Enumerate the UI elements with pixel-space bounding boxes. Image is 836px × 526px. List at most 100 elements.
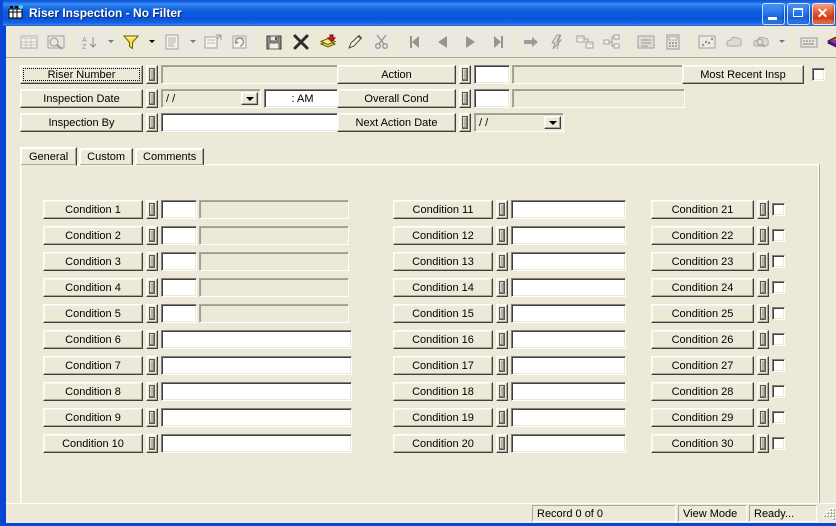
condition-col2-3-input[interactable] [511,252,626,271]
condition-col3-7-lookup-button[interactable] [757,356,769,375]
condition-col2-10-input[interactable] [511,434,626,453]
action-lookup-button[interactable] [459,65,471,84]
query-design-button[interactable] [43,29,69,54]
riser-number-label-button[interactable]: Riser Number [20,65,143,84]
report-dropdown-arrow[interactable] [186,29,199,54]
condition-col2-9-lookup-button[interactable] [496,408,508,427]
condition-col3-4-lookup-button[interactable] [757,278,769,297]
condition-col2-2-lookup-button[interactable] [496,226,508,245]
condition-col3-5-checkbox[interactable] [772,307,785,320]
condition-col1-7-label-button[interactable]: Condition 7 [43,356,143,375]
condition-col2-9-input[interactable] [511,408,626,427]
add-record-button[interactable] [315,29,341,54]
inspection-by-label-button[interactable]: Inspection By [20,113,143,132]
condition-col3-9-label-button[interactable]: Condition 29 [651,408,754,427]
condition-col1-8-lookup-button[interactable] [146,382,158,401]
condition-col1-10-input[interactable] [161,434,352,453]
condition-col1-2-lookup-button[interactable] [146,226,158,245]
overall-cond-code-input[interactable] [474,89,510,108]
inspection-by-input[interactable] [161,113,341,132]
condition-col1-3-lookup-button[interactable] [146,252,158,271]
condition-col2-8-lookup-button[interactable] [496,382,508,401]
list-view-button[interactable] [633,29,659,54]
minimize-button[interactable] [762,3,785,25]
condition-col1-2-label-button[interactable]: Condition 2 [43,226,143,245]
riser-number-value[interactable] [161,65,341,84]
condition-col3-9-lookup-button[interactable] [757,408,769,427]
condition-col3-2-checkbox[interactable] [772,229,785,242]
next-record-button[interactable] [457,29,483,54]
condition-col3-8-checkbox[interactable] [772,385,785,398]
condition-col3-9-checkbox[interactable] [772,411,785,424]
condition-col3-6-checkbox[interactable] [772,333,785,346]
next-action-date-label-button[interactable]: Next Action Date [337,113,456,132]
condition-col1-10-lookup-button[interactable] [146,434,158,453]
refresh-button[interactable] [227,29,253,54]
condition-col2-8-input[interactable] [511,382,626,401]
tab-general[interactable]: General [20,147,78,166]
goto-record-button[interactable] [518,29,544,54]
condition-col3-5-label-button[interactable]: Condition 25 [651,304,754,323]
condition-col3-6-label-button[interactable]: Condition 26 [651,330,754,349]
condition-col2-2-label-button[interactable]: Condition 12 [393,226,493,245]
maximize-button[interactable] [787,3,810,25]
close-button[interactable]: ✕ [812,3,835,25]
condition-col2-5-lookup-button[interactable] [496,304,508,323]
condition-col2-2-input[interactable] [511,226,626,245]
condition-col3-10-checkbox[interactable] [772,437,785,450]
condition-col2-8-label-button[interactable]: Condition 18 [393,382,493,401]
condition-col3-7-checkbox[interactable] [772,359,785,372]
library-button[interactable] [823,29,836,54]
condition-col3-6-lookup-button[interactable] [757,330,769,349]
condition-col2-10-label-button[interactable]: Condition 20 [393,434,493,453]
save-record-button[interactable] [261,29,287,54]
condition-col2-6-lookup-button[interactable] [496,330,508,349]
overall-cond-lookup-button[interactable] [459,89,471,108]
condition-col1-7-input[interactable] [161,356,352,375]
condition-col1-4-label-button[interactable]: Condition 4 [43,278,143,297]
condition-col1-3-label-button[interactable]: Condition 3 [43,252,143,271]
condition-col3-4-label-button[interactable]: Condition 24 [651,278,754,297]
calculator-button[interactable] [660,29,686,54]
condition-col2-4-label-button[interactable]: Condition 14 [393,278,493,297]
sort-button[interactable]: AZ [77,29,103,54]
properties-button[interactable] [200,29,226,54]
condition-col3-1-label-button[interactable]: Condition 21 [651,200,754,219]
condition-col1-6-input[interactable] [161,330,352,349]
condition-col1-9-input[interactable] [161,408,352,427]
inspection-by-lookup-button[interactable] [146,113,158,132]
next-action-date-combo[interactable]: / / [474,113,564,132]
condition-col2-3-lookup-button[interactable] [496,252,508,271]
condition-col1-10-label-button[interactable]: Condition 10 [43,434,143,453]
condition-col3-4-checkbox[interactable] [772,281,785,294]
condition-col1-2-code-input[interactable] [161,226,197,245]
condition-col3-3-label-button[interactable]: Condition 23 [651,252,754,271]
condition-col2-7-lookup-button[interactable] [496,356,508,375]
quick-action-button[interactable] [545,29,571,54]
title-bar[interactable]: Riser Inspection - No Filter ✕ [3,0,836,26]
keyboard-button[interactable] [796,29,822,54]
report-button[interactable] [159,29,185,54]
condition-col3-5-lookup-button[interactable] [757,304,769,323]
next-action-date-dropdown[interactable] [544,116,561,129]
tab-comments[interactable]: Comments [135,148,205,165]
inspection-date-date-combo[interactable]: / / [161,89,261,108]
inspection-date-label-button[interactable]: Inspection Date [20,89,143,108]
condition-col1-7-lookup-button[interactable] [146,356,158,375]
hierarchy-button[interactable] [599,29,625,54]
action-label-button[interactable]: Action [337,65,456,84]
condition-col1-8-label-button[interactable]: Condition 8 [43,382,143,401]
resize-grip[interactable] [820,507,835,521]
condition-col2-6-input[interactable] [511,330,626,349]
condition-col1-5-code-input[interactable] [161,304,197,323]
sort-dropdown-arrow[interactable] [104,29,117,54]
condition-col2-4-lookup-button[interactable] [496,278,508,297]
condition-col2-6-label-button[interactable]: Condition 16 [393,330,493,349]
condition-col1-9-label-button[interactable]: Condition 9 [43,408,143,427]
inspection-date-date-dropdown[interactable] [241,92,258,105]
next-action-date-lookup-button[interactable] [459,113,471,132]
condition-col2-4-input[interactable] [511,278,626,297]
condition-col3-8-label-button[interactable]: Condition 28 [651,382,754,401]
filter-button[interactable] [118,29,144,54]
last-record-button[interactable] [484,29,510,54]
